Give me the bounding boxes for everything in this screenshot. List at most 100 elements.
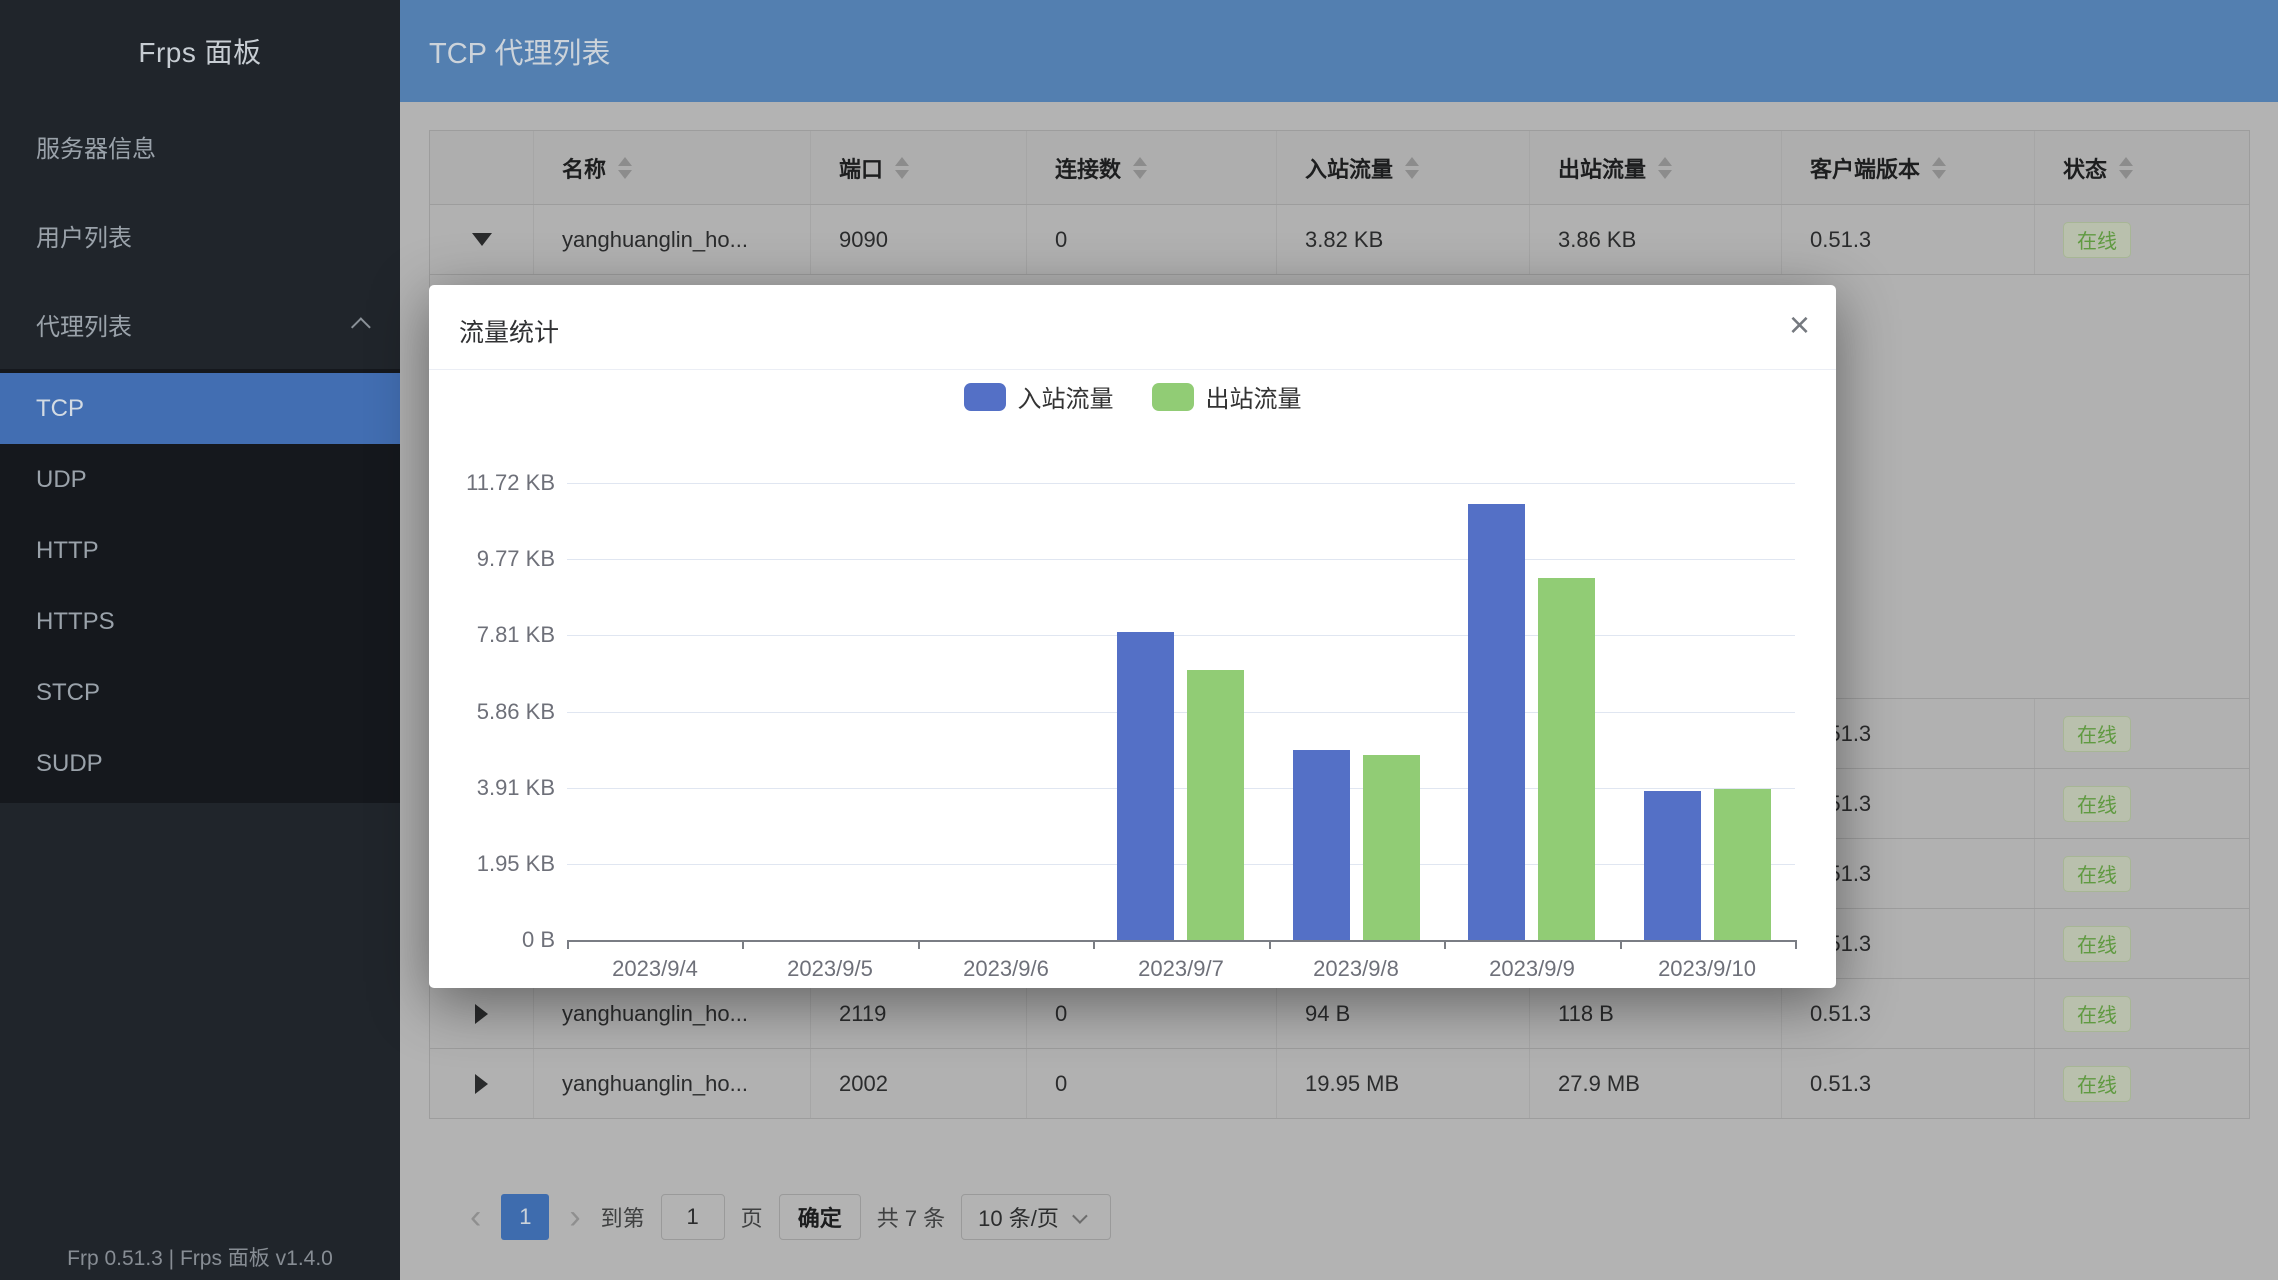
column-header[interactable]: 客户端版本	[1782, 131, 2035, 204]
sort-carets-icon[interactable]	[1405, 157, 1419, 179]
bar-入站流量-2023/9/9	[1468, 504, 1525, 940]
collapse-row-icon[interactable]	[472, 233, 492, 246]
sort-carets-icon[interactable]	[1658, 157, 1672, 179]
sidebar-item-label: 用户列表	[36, 218, 132, 253]
cell-connections: 0	[1027, 1049, 1277, 1118]
status-badge: 在线	[2063, 786, 2131, 822]
column-header-label: 出站流量	[1558, 152, 1646, 184]
cell-expand[interactable]	[430, 1049, 534, 1118]
column-header-label: 状态	[2063, 152, 2107, 184]
column-header-label: 入站流量	[1305, 152, 1393, 184]
column-header[interactable]: 端口	[811, 131, 1027, 204]
cell-connections: 0	[1027, 979, 1277, 1048]
x-axis-tick	[1444, 940, 1446, 949]
sidebar-subitem-http[interactable]: HTTP	[0, 515, 400, 586]
page-size-select[interactable]: 10 条/页	[961, 1194, 1111, 1240]
sort-carets-icon[interactable]	[1932, 157, 1946, 179]
x-axis-line	[567, 940, 1795, 942]
cell-port: 9090	[811, 205, 1027, 274]
status-badge: 在线	[2063, 996, 2131, 1032]
expand-row-icon[interactable]	[475, 1004, 488, 1024]
status-badge: 在线	[2063, 856, 2131, 892]
bar-出站流量-2023/9/9	[1538, 578, 1595, 940]
sort-carets-icon[interactable]	[618, 157, 632, 179]
bar-出站流量-2023/9/8	[1363, 755, 1420, 940]
sort-carets-icon[interactable]	[1133, 157, 1147, 179]
x-axis-tick	[1795, 940, 1797, 949]
sidebar-subitem-https[interactable]: HTTPS	[0, 586, 400, 657]
cell-connections: 0	[1027, 205, 1277, 274]
page-header: TCP 代理列表	[400, 0, 2278, 102]
cell-status: 在线	[2035, 909, 2251, 978]
close-icon[interactable]: ×	[1789, 307, 1810, 343]
sidebar-subitem-stcp[interactable]: STCP	[0, 657, 400, 728]
dialog-header: 流量统计 ×	[429, 285, 1836, 370]
page-number-button[interactable]: 1	[501, 1194, 549, 1240]
legend-swatch	[1152, 383, 1194, 411]
sidebar-subitem-label: UDP	[36, 466, 87, 494]
sidebar-subitem-label: SUDP	[36, 750, 103, 778]
sort-carets-icon[interactable]	[2119, 157, 2133, 179]
sidebar-subitem-sudp[interactable]: SUDP	[0, 728, 400, 799]
cell-traffic_in: 19.95 MB	[1277, 1049, 1530, 1118]
sidebar-item-label: 代理列表	[36, 307, 132, 342]
x-axis-tick	[1269, 940, 1271, 949]
chevron-up-icon	[351, 317, 371, 337]
column-header-label: 名称	[562, 152, 606, 184]
column-header[interactable]: 状态	[2035, 131, 2251, 204]
sort-carets-icon[interactable]	[895, 157, 909, 179]
gridline	[567, 559, 1795, 560]
bar-出站流量-2023/9/7	[1187, 670, 1244, 940]
sidebar-subitem-tcp[interactable]: TCP	[0, 373, 400, 444]
next-page-button[interactable]: ›	[565, 1194, 584, 1240]
x-axis-tick-label: 2023/9/6	[918, 956, 1094, 982]
y-axis-tick-label: 3.91 KB	[445, 775, 555, 801]
x-axis-tick	[918, 940, 920, 949]
table-row: yanghuanglin_ho...2002019.95 MB27.9 MB0.…	[430, 1049, 2249, 1119]
status-badge: 在线	[2063, 222, 2131, 258]
column-header-expand	[430, 131, 534, 204]
gridline	[567, 712, 1795, 713]
cell-expand[interactable]	[430, 205, 534, 274]
sidebar-item-proxy-list[interactable]: 代理列表	[0, 280, 400, 369]
expand-row-icon[interactable]	[475, 1074, 488, 1094]
dialog-title: 流量统计	[459, 313, 559, 349]
page-size-value: 10 条/页	[978, 1201, 1059, 1233]
goto-page-input[interactable]	[661, 1194, 725, 1240]
status-badge: 在线	[2063, 716, 2131, 752]
legend-item[interactable]: 出站流量	[1152, 379, 1302, 414]
x-axis-tick	[742, 940, 744, 949]
x-axis-tick-label: 2023/9/10	[1619, 956, 1795, 982]
confirm-button[interactable]: 确定	[779, 1194, 861, 1240]
version-footer: Frp 0.51.3 | Frps 面板 v1.4.0	[0, 1242, 400, 1272]
gridline	[567, 635, 1795, 636]
status-badge: 在线	[2063, 926, 2131, 962]
legend-item[interactable]: 入站流量	[964, 379, 1114, 414]
x-axis-tick	[567, 940, 569, 949]
bar-入站流量-2023/9/10	[1644, 791, 1701, 940]
proxy-type-submenu: TCP UDP HTTP HTTPSSTCP SUDP	[0, 369, 400, 803]
column-header[interactable]: 入站流量	[1277, 131, 1530, 204]
x-axis-tick	[1093, 940, 1095, 949]
cell-expand[interactable]	[430, 979, 534, 1048]
column-header[interactable]: 出站流量	[1530, 131, 1782, 204]
cell-name: yanghuanglin_ho...	[534, 1049, 811, 1118]
sidebar-subitem-udp[interactable]: UDP	[0, 444, 400, 515]
app-title: Frps 面板	[0, 0, 400, 102]
traffic-stats-dialog: 流量统计 × 入站流量出站流量 0 B1.95 KB3.91 KB5.86 KB…	[429, 285, 1836, 988]
gridline	[567, 483, 1795, 484]
sidebar: Frps 面板 服务器信息 用户列表 代理列表 TCPUDPHTTPHTTPSS…	[0, 0, 400, 1280]
prev-page-button[interactable]: ‹	[466, 1194, 485, 1240]
sidebar-subitem-label: HTTP	[36, 537, 99, 565]
column-header[interactable]: 连接数	[1027, 131, 1277, 204]
cell-status: 在线	[2035, 769, 2251, 838]
sidebar-item-user-list[interactable]: 用户列表	[0, 191, 400, 280]
legend-label: 出站流量	[1206, 379, 1302, 414]
table-header-row: 名称 端口连接数入站流量 出站流量 客户端版本状态	[430, 131, 2249, 205]
cell-status: 在线	[2035, 205, 2251, 274]
column-header[interactable]: 名称	[534, 131, 811, 204]
bar-出站流量-2023/9/10	[1714, 789, 1771, 940]
cell-status: 在线	[2035, 699, 2251, 768]
sidebar-item-server-info[interactable]: 服务器信息	[0, 102, 400, 191]
chart-legend: 入站流量 出站流量	[429, 379, 1836, 414]
